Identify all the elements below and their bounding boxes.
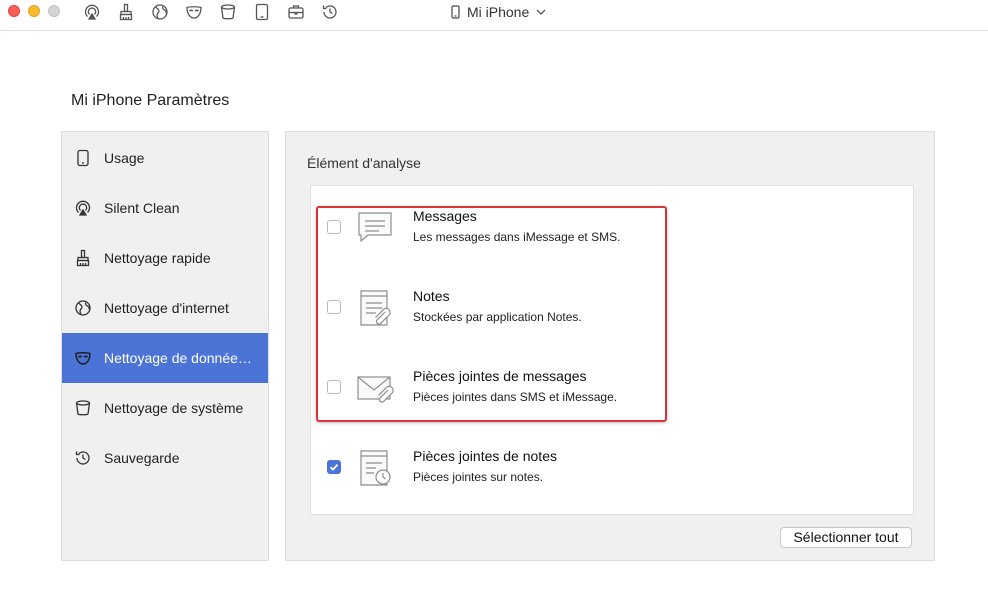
- sidebar-item-usage[interactable]: Usage: [62, 133, 268, 183]
- select-all-button[interactable]: Sélectionner tout: [780, 527, 912, 548]
- app-window: Mi iPhone Mi iPhone Paramètres Usage Sil…: [0, 0, 988, 603]
- list-item-title: Pièces jointes de messages: [413, 368, 587, 384]
- phone-icon: [74, 149, 92, 167]
- sidebar: Usage Silent Clean Nettoyage rapide Nett…: [61, 131, 269, 561]
- title-bar: Mi iPhone: [0, 0, 988, 31]
- list-item-title: Notes: [413, 288, 450, 304]
- tablet-icon[interactable]: [253, 3, 271, 21]
- brush-icon[interactable]: [117, 3, 135, 21]
- list-item-title: Messages: [413, 208, 477, 224]
- list-item-message-attachments[interactable]: Pièces jointes de messages Pièces jointe…: [311, 356, 913, 416]
- checkmark-icon: [329, 463, 339, 471]
- sidebar-item-quick-clean[interactable]: Nettoyage rapide: [62, 233, 268, 283]
- envelope-attachment-icon: [355, 368, 395, 408]
- sidebar-item-internet-clean[interactable]: Nettoyage d'internet: [62, 283, 268, 333]
- note-clock-icon: [355, 448, 395, 488]
- bucket-icon[interactable]: [219, 3, 237, 21]
- message-bubble-icon: [355, 208, 395, 248]
- device-selector[interactable]: Mi iPhone: [451, 3, 546, 21]
- message-attachments-checkbox[interactable]: [327, 380, 341, 394]
- close-window-button[interactable]: [8, 5, 20, 17]
- list-item-subtitle: Pièces jointes sur notes.: [413, 470, 544, 484]
- airplay-icon: [74, 199, 92, 217]
- sidebar-item-label: Silent Clean: [104, 200, 180, 216]
- list-item-notes[interactable]: Notes Stockées par application Notes.: [311, 276, 913, 336]
- list-item-title: Pièces jointes de notes: [413, 448, 557, 464]
- sidebar-item-label: Nettoyage rapide: [104, 250, 211, 266]
- brush-icon: [74, 249, 92, 267]
- minimize-window-button[interactable]: [28, 5, 40, 17]
- sidebar-item-label: Sauvegarde: [104, 450, 180, 466]
- globe-icon: [74, 299, 92, 317]
- messages-checkbox[interactable]: [327, 220, 341, 234]
- bucket-icon: [74, 399, 92, 417]
- zoom-window-button[interactable]: [48, 5, 60, 17]
- sidebar-item-system-clean[interactable]: Nettoyage de système: [62, 383, 268, 433]
- main-panel: Élément d'analyse Messages Les messages …: [285, 131, 935, 561]
- list-item-messages[interactable]: Messages Les messages dans iMessage et S…: [311, 196, 913, 256]
- page-title: Mi iPhone Paramètres: [71, 92, 230, 109]
- sidebar-item-data-clean[interactable]: Nettoyage de donnée…: [62, 333, 268, 383]
- history-icon[interactable]: [321, 3, 339, 21]
- briefcase-icon[interactable]: [287, 3, 305, 21]
- phone-icon: [451, 5, 460, 19]
- sidebar-item-label: Nettoyage de système: [104, 400, 244, 416]
- note-attachments-checkbox[interactable]: [327, 460, 341, 474]
- globe-icon[interactable]: [151, 3, 169, 21]
- list-item-note-attachments[interactable]: Pièces jointes de notes Pièces jointes s…: [311, 436, 913, 496]
- sidebar-item-label: Nettoyage d'internet: [104, 300, 229, 316]
- sidebar-item-silent-clean[interactable]: Silent Clean: [62, 183, 268, 233]
- device-name: Mi iPhone: [467, 4, 530, 20]
- airplay-icon[interactable]: [83, 3, 101, 21]
- list-item-subtitle: Pièces jointes dans SMS et iMessage.: [413, 390, 618, 404]
- list-item-subtitle: Stockées par application Notes.: [413, 310, 582, 324]
- chevron-down-icon: [536, 9, 546, 15]
- sidebar-item-backup[interactable]: Sauvegarde: [62, 433, 268, 483]
- sidebar-item-label: Nettoyage de donnée…: [104, 350, 252, 366]
- notes-checkbox[interactable]: [327, 300, 341, 314]
- list-item-subtitle: Les messages dans iMessage et SMS.: [413, 230, 621, 244]
- scan-item-list: Messages Les messages dans iMessage et S…: [310, 185, 914, 515]
- sidebar-item-label: Usage: [104, 150, 145, 166]
- history-icon: [74, 449, 92, 467]
- mask-icon[interactable]: [185, 3, 203, 21]
- section-title: Élément d'analyse: [307, 155, 421, 171]
- note-attachment-icon: [355, 288, 395, 328]
- mask-icon: [74, 349, 92, 367]
